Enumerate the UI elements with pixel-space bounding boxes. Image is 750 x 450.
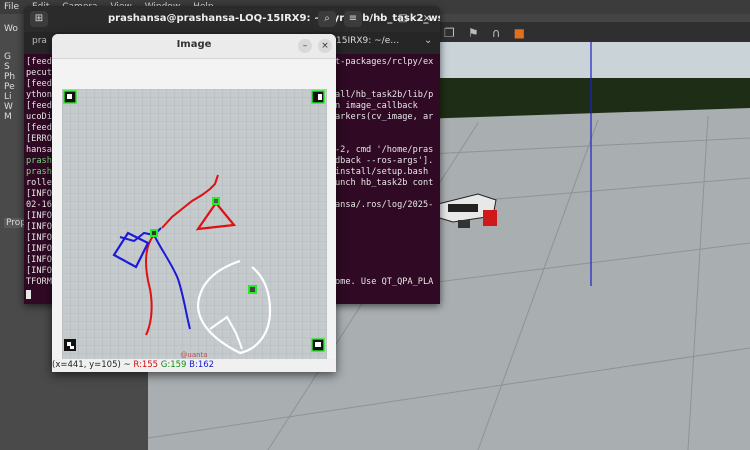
terminal-tab-1[interactable]: pra: [32, 36, 47, 46]
terminal-line: install/setup.bash: [335, 167, 429, 177]
terminal-line: all/hb_task2b/lib/p: [335, 90, 434, 100]
terminal-prompt: prash: [26, 156, 52, 166]
camera-image[interactable]: @uanta: [62, 89, 327, 359]
detected-marker-blue-robot: [150, 229, 158, 237]
pixel-green-value: G:159: [160, 360, 187, 370]
terminal-line: -2, cmd '/home/pras: [335, 145, 434, 155]
image-status-bar: (x=441, y=105) ~ R:155 G:159 B:162: [52, 359, 336, 372]
terminal-line: [INFO: [26, 244, 52, 254]
tree-label-w: W: [4, 102, 13, 112]
close-icon[interactable]: ×: [318, 39, 332, 53]
aruco-marker-bottom-left: [64, 339, 76, 351]
terminal-line: dback --ros-args'].: [335, 156, 434, 166]
tree-label-li: Li: [4, 92, 12, 102]
world-tab-label[interactable]: Wo: [4, 24, 18, 34]
terminal-titlebar: ⊞ prashansa@prashansa-LOQ-15IRX9: ~/eyrc…: [24, 6, 440, 32]
terminal-line: [ERRO: [26, 134, 52, 144]
terminal-line: t-packages/rclpy/ex: [335, 57, 434, 67]
terminal-line: n image_callback: [335, 101, 418, 111]
terminal-title: prashansa@prashansa-LOQ-15IRX9: ~/eyrc_h…: [108, 13, 440, 24]
terminal-line: [INFO: [26, 233, 52, 243]
aruco-marker-top-left: [63, 90, 77, 104]
terminal-line: 02-16: [26, 200, 52, 210]
image-window: Image – × @uanta (x=441, y=105) ~ R:155 …: [52, 34, 336, 372]
maximize-icon[interactable]: □: [394, 11, 412, 27]
terminal-tab-2[interactable]: 15IRX9: ~/e…: [336, 36, 399, 46]
terminal-line: ome. Use QT_QPA_PLA: [335, 277, 434, 287]
flag-icon[interactable]: ⚑: [468, 26, 479, 40]
minimize-icon[interactable]: –: [370, 11, 388, 27]
record-icon[interactable]: ■: [514, 26, 525, 40]
terminal-line: ython: [26, 90, 52, 100]
detected-marker-white-robot: [248, 285, 257, 294]
image-window-title: Image: [176, 39, 212, 50]
tree-label-pe: Pe: [4, 82, 15, 92]
watermark-text: @uanta: [180, 351, 207, 359]
chevron-down-icon[interactable]: ⌄: [424, 35, 432, 46]
aruco-marker-top-right: [311, 90, 325, 104]
pixel-blue-value: B:162: [189, 360, 215, 370]
terminal-line: [INFO: [26, 189, 52, 199]
terminal-line: [INFO: [26, 266, 52, 276]
terminal-line: [INFO: [26, 255, 52, 265]
terminal-prompt: prash: [26, 167, 52, 177]
gazebo-toolbar: ❐ ⚑ ∩ ■: [440, 22, 750, 42]
tree-label-s: S: [4, 62, 10, 72]
tree-label-m: M: [4, 112, 12, 122]
tree-label-ph: Ph: [4, 72, 16, 82]
menu-file[interactable]: File: [4, 2, 19, 12]
terminal-line: [INFO: [26, 211, 52, 221]
terminal-line: TFORM: [26, 277, 52, 287]
terminal-line: ucoDi: [26, 112, 52, 122]
hamburger-menu-icon[interactable]: ≡: [344, 11, 362, 27]
close-icon[interactable]: ×: [418, 11, 436, 27]
copy-icon[interactable]: ❐: [444, 26, 455, 40]
terminal-line: [INFO: [26, 222, 52, 232]
tree-label-g: G: [4, 52, 11, 62]
terminal-line: arkers(cv_image, ar: [335, 112, 434, 122]
aruco-marker-bottom-right: [311, 338, 325, 352]
terminal-line: ansa/.ros/log/2025-: [335, 200, 434, 210]
cursor-coordinates: (x=441, y=105) ~: [52, 360, 131, 370]
new-tab-icon[interactable]: ⊞: [30, 11, 48, 27]
minimize-icon[interactable]: –: [298, 39, 312, 53]
magnet-icon[interactable]: ∩: [492, 26, 501, 40]
terminal-line: unch hb_task2b cont: [335, 178, 434, 188]
pixel-red-value: R:155: [133, 360, 159, 370]
image-titlebar: Image – ×: [52, 34, 336, 59]
terminal-cursor: [26, 290, 31, 299]
detected-marker-red-robot: [212, 197, 220, 205]
search-icon[interactable]: ⌕: [318, 11, 336, 27]
